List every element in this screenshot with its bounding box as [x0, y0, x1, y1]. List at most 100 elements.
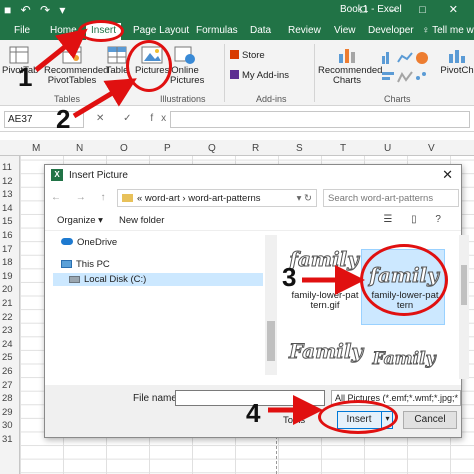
row-header[interactable]: 27 — [2, 380, 13, 391]
ribbon-separator — [314, 44, 315, 102]
row-header[interactable]: 18 — [2, 257, 13, 268]
tab-file[interactable]: File — [14, 25, 30, 36]
row-header[interactable]: 25 — [2, 352, 13, 363]
view-options-icons[interactable]: ☰ ▯ ? — [383, 214, 449, 225]
row-header[interactable]: 24 — [2, 339, 13, 350]
column-header[interactable]: R — [252, 143, 259, 154]
ribbon-tabs: File Home Insert Page Layout Formulas Da… — [0, 22, 474, 40]
column-header[interactable]: O — [120, 143, 128, 154]
nav-item-this-pc[interactable]: This PC — [61, 259, 110, 270]
tools-button[interactable]: Tools — [283, 415, 305, 426]
column-header[interactable]: P — [164, 143, 171, 154]
table-icon — [107, 46, 127, 64]
tab-home[interactable]: Home — [50, 25, 77, 36]
nav-item-label: Local Disk (C:) — [84, 274, 147, 285]
window-controls[interactable]: □ – □ ✕ — [360, 3, 468, 16]
formula-bar: AE37 ✕ ✓ fx — [0, 108, 474, 132]
row-header[interactable]: 19 — [2, 271, 13, 282]
nav-item-label: This PC — [76, 259, 110, 270]
nav-item-onedrive[interactable]: OneDrive — [61, 237, 117, 248]
row-header[interactable]: 30 — [2, 420, 13, 431]
tab-developer[interactable]: Developer — [368, 25, 414, 36]
column-header[interactable]: Q — [208, 143, 216, 154]
column-header[interactable]: M — [32, 143, 40, 154]
thumbnail-text: Family — [289, 339, 364, 364]
row-header[interactable]: 15 — [2, 216, 13, 227]
row-header[interactable]: 31 — [2, 434, 13, 445]
column-header[interactable]: V — [428, 143, 435, 154]
annotation-circle-insert-tab — [78, 20, 124, 42]
row-header[interactable]: 26 — [2, 366, 13, 377]
formula-buttons[interactable]: ✕ ✓ fx — [96, 113, 174, 124]
recommended-charts-label: Recommended Charts — [318, 65, 383, 86]
recommended-charts-icon — [339, 49, 355, 63]
row-header[interactable]: 21 — [2, 298, 13, 309]
tab-data[interactable]: Data — [250, 25, 271, 36]
group-label-charts: Charts — [384, 94, 411, 104]
recommended-pivottables-button[interactable]: Recommended PivotTables — [44, 46, 108, 86]
scrollbar-thumb[interactable] — [461, 265, 467, 305]
cancel-button[interactable]: Cancel — [403, 411, 457, 429]
row-header[interactable]: 29 — [2, 407, 13, 418]
scrollbar-thumb[interactable] — [267, 321, 275, 361]
row-header[interactable]: 11 — [2, 162, 12, 173]
annotation-circle-pictures — [126, 40, 172, 92]
column-header[interactable]: T — [340, 143, 346, 154]
tab-formulas[interactable]: Formulas — [196, 25, 238, 36]
recommended-charts-button[interactable]: Recommended Charts — [318, 46, 382, 86]
dialog-toolbar: Organize ▾ New folder ☰ ▯ ? — [45, 211, 461, 231]
my-addins-icon — [230, 70, 239, 79]
online-pictures-button[interactable]: Online Pictures — [170, 46, 204, 86]
navigation-pane: OneDrive This PC Local Disk (C:) — [53, 233, 271, 379]
address-controls[interactable]: ▾ ↻ — [297, 193, 312, 204]
tab-view[interactable]: View — [334, 25, 356, 36]
navigation-arrows[interactable]: ← → ↑ — [51, 192, 112, 203]
row-header[interactable]: 14 — [2, 203, 13, 214]
nav-item-local-disk[interactable]: Local Disk (C:) — [53, 273, 263, 286]
address-bar[interactable]: « word-art › word-art-patterns ▾ ↻ — [117, 189, 317, 207]
row-header[interactable]: 20 — [2, 284, 13, 295]
onedrive-icon — [61, 238, 73, 245]
row-header[interactable]: 12 — [2, 176, 13, 187]
dialog-title: Insert Picture — [69, 170, 128, 181]
tab-page-layout[interactable]: Page Layout — [133, 25, 189, 36]
file-thumbnail[interactable]: Family — [369, 335, 439, 383]
row-header[interactable]: 13 — [2, 189, 13, 200]
row-header[interactable]: 22 — [2, 312, 13, 323]
organize-button[interactable]: Organize ▾ — [57, 215, 103, 226]
quick-access-toolbar[interactable]: ■ ↶ ↷ ▾ — [4, 3, 68, 17]
tab-tell-me[interactable]: ♀ Tell me wh — [422, 25, 474, 36]
column-header[interactable]: N — [76, 143, 83, 154]
row-header[interactable]: 28 — [2, 393, 13, 404]
file-list-scrollbar[interactable] — [459, 235, 469, 379]
search-input[interactable]: Search word-art-patterns — [323, 189, 459, 207]
nav-item-label: OneDrive — [77, 237, 118, 248]
row-header[interactable]: 17 — [2, 244, 13, 255]
new-folder-button[interactable]: New folder — [119, 215, 164, 226]
navigation-scrollbar[interactable] — [265, 235, 277, 375]
column-header[interactable]: S — [296, 143, 303, 154]
close-icon[interactable]: ✕ — [442, 167, 453, 183]
tab-review[interactable]: Review — [288, 25, 321, 36]
file-name-label: File name: — [133, 393, 180, 404]
column-header[interactable]: U — [384, 143, 391, 154]
thumbnail-text: Family — [372, 349, 436, 370]
formula-input[interactable] — [170, 111, 470, 128]
name-box[interactable]: AE37 — [4, 111, 84, 128]
file-name-line: tern.gif — [310, 300, 340, 311]
file-thumbnail[interactable]: Family — [289, 327, 364, 375]
row-header[interactable]: 23 — [2, 325, 13, 336]
dialog-navigation: ← → ↑ « word-art › word-art-patterns ▾ ↻… — [45, 187, 461, 209]
online-pictures-icon — [174, 46, 195, 64]
my-addins-button[interactable]: My Add-ins — [230, 70, 289, 81]
file-thumbnail[interactable]: family — [289, 235, 359, 283]
dialog-title-bar: X Insert Picture ✕ — [45, 165, 461, 185]
store-label: Store — [242, 50, 265, 61]
store-button[interactable]: Store — [230, 50, 265, 61]
chart-types-gallery[interactable] — [380, 50, 430, 91]
title-bar: ■ ↶ ↷ ▾ Book1 - Excel □ – □ ✕ — [0, 0, 474, 22]
row-header[interactable]: 16 — [2, 230, 13, 241]
row-headers: 11 12 13 14 15 16 17 18 19 20 21 22 23 2… — [0, 156, 20, 474]
file-label[interactable]: family-lower-pat tern.gif — [285, 291, 365, 311]
pivotchart-button[interactable]: PivotCh — [440, 46, 474, 76]
